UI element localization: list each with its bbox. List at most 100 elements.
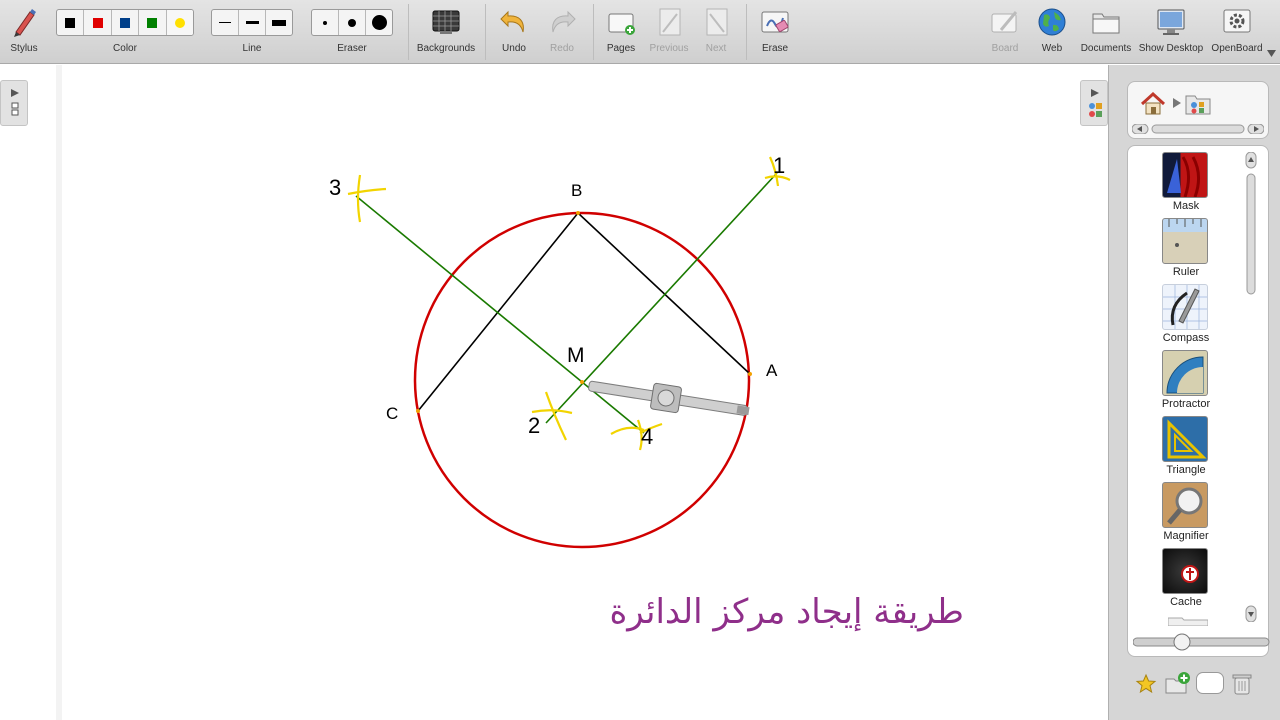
openboard-menu-button[interactable]: OpenBoard — [1208, 0, 1266, 64]
backgrounds-label: Backgrounds — [416, 43, 476, 54]
triangle-icon — [1162, 416, 1208, 462]
mark-4-label: 4 — [641, 424, 653, 449]
library-search-field[interactable] — [1196, 672, 1224, 694]
previous-button[interactable]: Previous — [645, 0, 693, 64]
library-item-protractor[interactable]: Protractor — [1138, 350, 1234, 414]
web-button[interactable]: Web — [1030, 0, 1074, 64]
undo-label: Undo — [502, 43, 526, 54]
point-m-label: M — [567, 344, 585, 367]
library-item-compass[interactable]: Compass — [1138, 284, 1234, 348]
library-navigation — [1127, 81, 1269, 139]
drawing-board[interactable]: B A C M 1 2 3 4 طريقة إيجاد مركز الدائرة — [62, 65, 1108, 720]
line-width-picker[interactable] — [211, 9, 293, 36]
mark-1-label: 1 — [773, 153, 785, 178]
library-folder-icon[interactable] — [1184, 92, 1212, 116]
library-item-mask[interactable]: Mask — [1138, 152, 1234, 216]
documents-button[interactable]: Documents — [1078, 0, 1134, 64]
horizontal-scrollbar-icon — [1132, 124, 1264, 134]
openboard-window: Stylus Color Line Eraser Backgrounds Und… — [0, 0, 1280, 720]
new-folder-icon[interactable] — [1164, 671, 1190, 695]
cache-icon — [1162, 548, 1208, 594]
next-button[interactable]: Next — [694, 0, 738, 64]
left-palette-strip — [0, 65, 62, 720]
protractor-icon — [1162, 350, 1208, 396]
color-group: Color — [56, 0, 194, 64]
color-swatch-green[interactable] — [139, 10, 167, 35]
color-picker[interactable] — [56, 9, 194, 36]
board-title: طريقة إيجاد مركز الدائرة — [609, 592, 964, 632]
color-swatch-black[interactable] — [57, 10, 85, 35]
redo-label: Redo — [550, 43, 574, 54]
trash-icon[interactable] — [1231, 672, 1253, 696]
previous-label: Previous — [649, 43, 689, 54]
library-scrollbar[interactable] — [1245, 152, 1257, 622]
main-toolbar: Stylus Color Line Eraser Backgrounds Und… — [0, 0, 1280, 64]
library-item-label: Compass — [1162, 332, 1210, 344]
library-item-label: Mask — [1172, 200, 1200, 212]
undo-button[interactable]: Undo — [492, 0, 536, 64]
compass-tool[interactable] — [587, 373, 751, 424]
library-actions — [1109, 665, 1280, 705]
folder-icon — [1092, 13, 1120, 34]
line-thin[interactable] — [212, 10, 239, 35]
line-label: Line — [242, 43, 262, 54]
show-desktop-label: Show Desktop — [1138, 43, 1204, 54]
mark-2-label: 2 — [528, 413, 540, 438]
library-palette-toggle[interactable] — [1080, 80, 1108, 126]
board-button[interactable]: Board — [983, 0, 1027, 64]
library-item-label: Ruler — [1172, 266, 1200, 278]
openboard-label: OpenBoard — [1211, 43, 1263, 54]
line-medium[interactable] — [239, 10, 266, 35]
ruler-icon — [1162, 218, 1208, 264]
line-thick[interactable] — [266, 10, 292, 35]
backgrounds-button[interactable]: Backgrounds — [414, 0, 478, 64]
gear-icon — [1223, 9, 1251, 33]
color-swatch-yellow[interactable] — [166, 10, 193, 35]
erase-button[interactable]: Erase — [753, 0, 797, 64]
web-label: Web — [1041, 43, 1063, 54]
eraser-size-picker[interactable] — [311, 9, 393, 36]
library-item-triangle[interactable]: Triangle — [1138, 416, 1234, 480]
star-icon[interactable] — [1135, 673, 1157, 695]
stylus-label: Stylus — [10, 43, 38, 54]
erase-label: Erase — [761, 43, 789, 54]
eraser-label: Eraser — [337, 43, 367, 54]
stylus-icon — [14, 9, 36, 37]
thumbnail-size-slider[interactable] — [1133, 633, 1280, 651]
color-swatch-blue[interactable] — [112, 10, 140, 35]
library-item-magnifier[interactable]: Magnifier — [1138, 482, 1234, 546]
navigation-scrollbar[interactable] — [1132, 124, 1264, 134]
redo-button[interactable]: Redo — [540, 0, 584, 64]
stylus-button[interactable]: Stylus — [2, 0, 46, 64]
color-swatch-red[interactable] — [84, 10, 112, 35]
library-item-label: Cache — [1170, 596, 1202, 608]
eraser-small[interactable] — [312, 10, 339, 35]
library-items-list: Mask Ruler Compass Protractor Triangle M… — [1127, 145, 1269, 657]
point-a-label: A — [766, 361, 778, 380]
library-item-ruler[interactable]: Ruler — [1138, 218, 1234, 282]
library-panel: Mask Ruler Compass Protractor Triangle M… — [1108, 65, 1280, 720]
erase-board-icon — [761, 11, 789, 33]
eraser-medium[interactable] — [339, 10, 366, 35]
point-c-label: C — [386, 404, 398, 423]
left-palette-toggle[interactable] — [0, 80, 28, 126]
eraser-large[interactable] — [366, 10, 392, 35]
library-toggle-icon — [1089, 89, 1102, 117]
library-item-cache[interactable]: Cache — [1138, 548, 1234, 612]
eraser-group: Eraser — [311, 0, 393, 64]
next-page-icon — [706, 8, 728, 36]
chevron-down-icon[interactable] — [1267, 50, 1276, 57]
magnifier-icon — [1162, 482, 1208, 528]
monitor-icon — [1157, 9, 1185, 35]
mask-icon — [1162, 152, 1208, 198]
show-desktop-button[interactable]: Show Desktop — [1136, 0, 1206, 64]
slider-track-icon — [1133, 633, 1270, 651]
vertical-scrollbar-icon — [1245, 152, 1257, 622]
partial-folder-icon — [1168, 617, 1208, 626]
mark-3-label: 3 — [329, 175, 341, 200]
home-icon[interactable] — [1140, 92, 1166, 116]
line-group: Line — [211, 0, 293, 64]
previous-page-icon — [659, 8, 681, 36]
pages-button[interactable]: Pages — [599, 0, 643, 64]
pages-label: Pages — [606, 43, 636, 54]
